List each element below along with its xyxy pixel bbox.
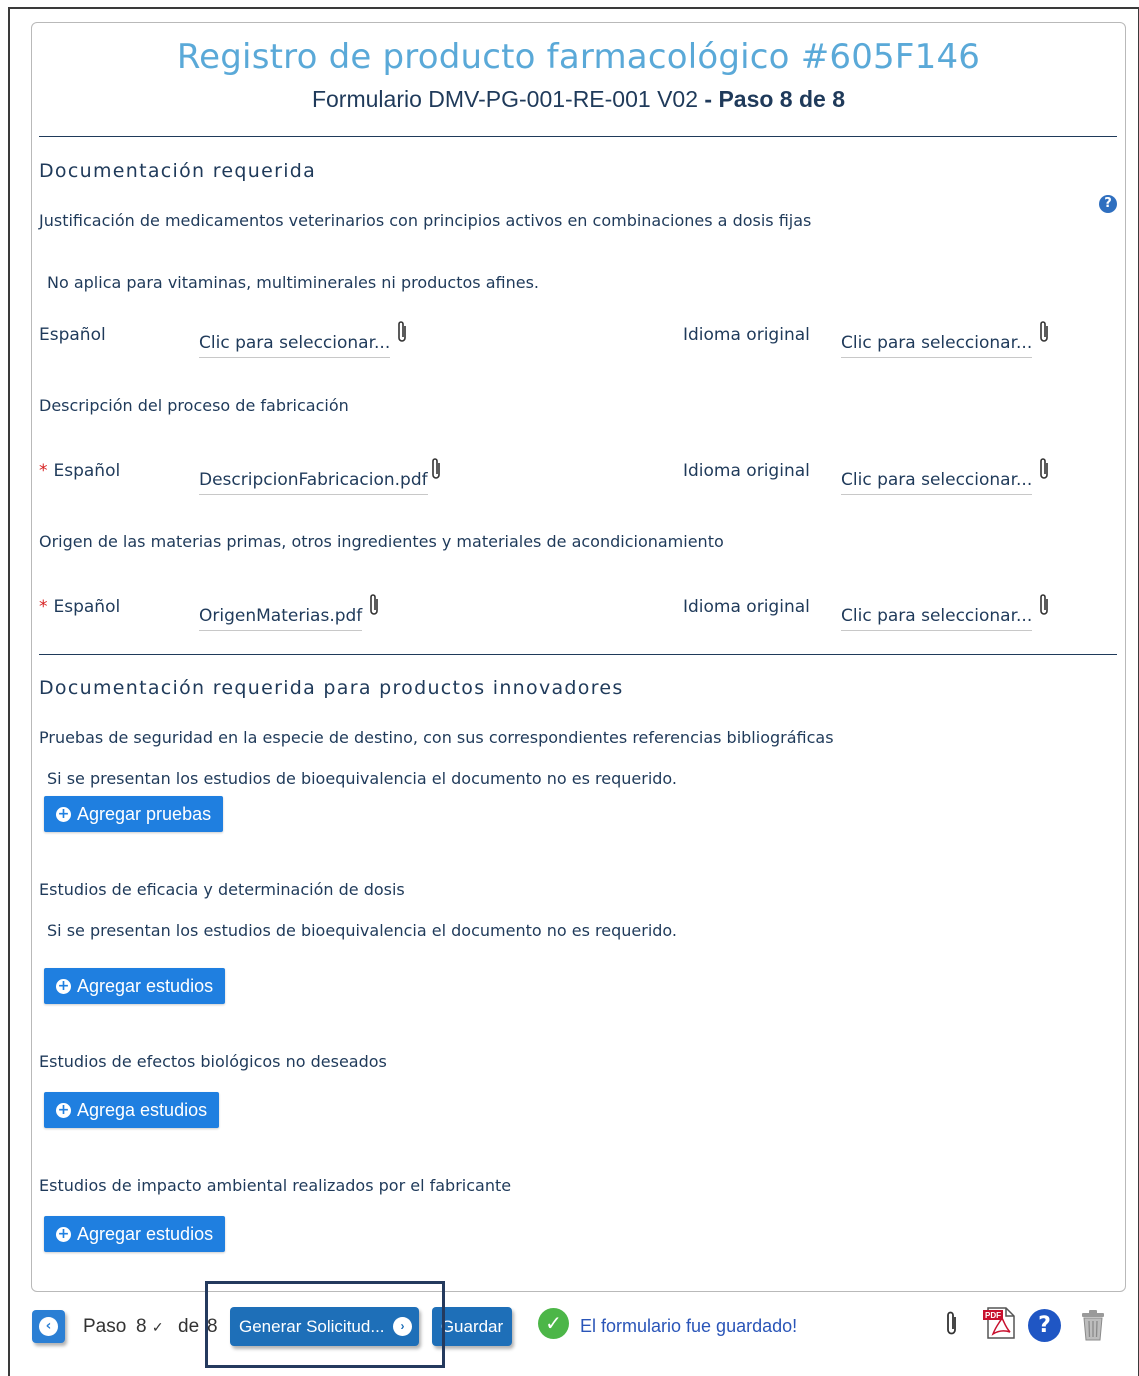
add-studies-button[interactable]: + Agregar estudios <box>44 968 226 1004</box>
group-note: Si se presentan los estudios de bioequiv… <box>47 769 678 788</box>
original-language-label: Idioma original <box>683 597 810 617</box>
saved-message: El formulario fue guardado! <box>580 1316 798 1336</box>
group-heading-pruebas: Pruebas de seguridad en la especie de de… <box>39 728 834 747</box>
original-file-field[interactable]: Clic para seleccionar... <box>841 606 1033 631</box>
original-language-label: Idioma original <box>683 325 810 345</box>
spanish-file-field[interactable]: DescripcionFabricacion.pdf <box>199 470 428 495</box>
paperclip-icon[interactable] <box>395 319 409 345</box>
group-heading-impacto: Estudios de impacto ambiental realizados… <box>39 1176 512 1195</box>
section-title-documentacion: Documentación requerida <box>39 160 317 182</box>
paperclip-icon[interactable] <box>367 592 381 618</box>
chevron-down-icon: ✓ <box>151 1319 164 1335</box>
spanish-label-required: * Español <box>39 461 121 481</box>
step-indicator: - Paso 8 de 8 <box>698 86 846 112</box>
step-select[interactable]: 8 ✓ <box>136 1316 164 1338</box>
plus-circle-icon: + <box>56 1101 71 1118</box>
required-mark: * <box>39 461 48 481</box>
pdf-icon[interactable]: PDF <box>982 1306 1018 1340</box>
paperclip-icon[interactable] <box>1037 456 1051 482</box>
paperclip-icon[interactable] <box>1037 592 1051 618</box>
spanish-file-field[interactable]: OrigenMaterias.pdf <box>199 606 363 631</box>
original-file-field[interactable]: Clic para seleccionar... <box>841 333 1033 358</box>
required-mark: * <box>39 597 48 617</box>
step-of-label: de <box>178 1316 200 1337</box>
form-subtitle: Formulario DMV-PG-001-RE-001 V02 - Paso … <box>32 86 1125 113</box>
plus-circle-icon: + <box>56 1225 71 1242</box>
group-heading-justificacion: Justificación de medicamentos veterinari… <box>39 211 812 230</box>
group-note: No aplica para vitaminas, multiminerales… <box>47 273 539 292</box>
help-icon[interactable]: ? <box>1028 1309 1061 1342</box>
spanish-label-required: * Español <box>39 597 121 617</box>
previous-step-button[interactable]: ‹ <box>32 1310 65 1343</box>
divider <box>39 654 1117 655</box>
paperclip-icon[interactable] <box>1037 319 1051 345</box>
group-heading-eficacia: Estudios de eficacia y determinación de … <box>39 880 405 899</box>
original-file-field[interactable]: Clic para seleccionar... <box>841 470 1033 495</box>
plus-circle-icon: + <box>56 977 71 994</box>
check-circle-icon: ✓ <box>538 1308 569 1339</box>
chevron-left-icon: ‹ <box>39 1317 58 1336</box>
help-icon[interactable]: ? <box>1099 195 1117 213</box>
add-tests-button[interactable]: + Agregar pruebas <box>44 796 224 832</box>
page-title: Registro de producto farmacológico #605F… <box>176 37 981 77</box>
form-panel: Registro de producto farmacológico #605F… <box>31 22 1126 1292</box>
original-language-label: Idioma original <box>683 461 810 481</box>
paperclip-icon[interactable] <box>944 1310 960 1338</box>
highlight-box <box>205 1281 445 1368</box>
group-heading-descripcion: Descripción del proceso de fabricación <box>39 396 349 415</box>
form-code: Formulario DMV-PG-001-RE-001 V02 <box>311 86 698 112</box>
add-impact-studies-button[interactable]: + Agregar estudios <box>44 1216 226 1252</box>
group-heading-efectos: Estudios de efectos biológicos no desead… <box>39 1052 387 1071</box>
divider <box>39 136 1117 137</box>
spanish-label: Español <box>39 325 106 345</box>
trash-icon[interactable] <box>1080 1309 1106 1341</box>
group-note: Si se presentan los estudios de bioequiv… <box>47 921 678 940</box>
section-title-innovadores: Documentación requerida para productos i… <box>39 677 624 699</box>
group-heading-origen: Origen de las materias primas, otros ing… <box>39 532 724 551</box>
plus-circle-icon: + <box>56 805 71 822</box>
step-label: Paso <box>83 1316 127 1337</box>
pdf-badge-label: PDF <box>985 1311 1001 1320</box>
paperclip-icon[interactable] <box>429 456 443 482</box>
spanish-file-field[interactable]: Clic para seleccionar... <box>199 333 391 358</box>
add-effects-studies-button[interactable]: + Agrega estudios <box>44 1092 220 1128</box>
